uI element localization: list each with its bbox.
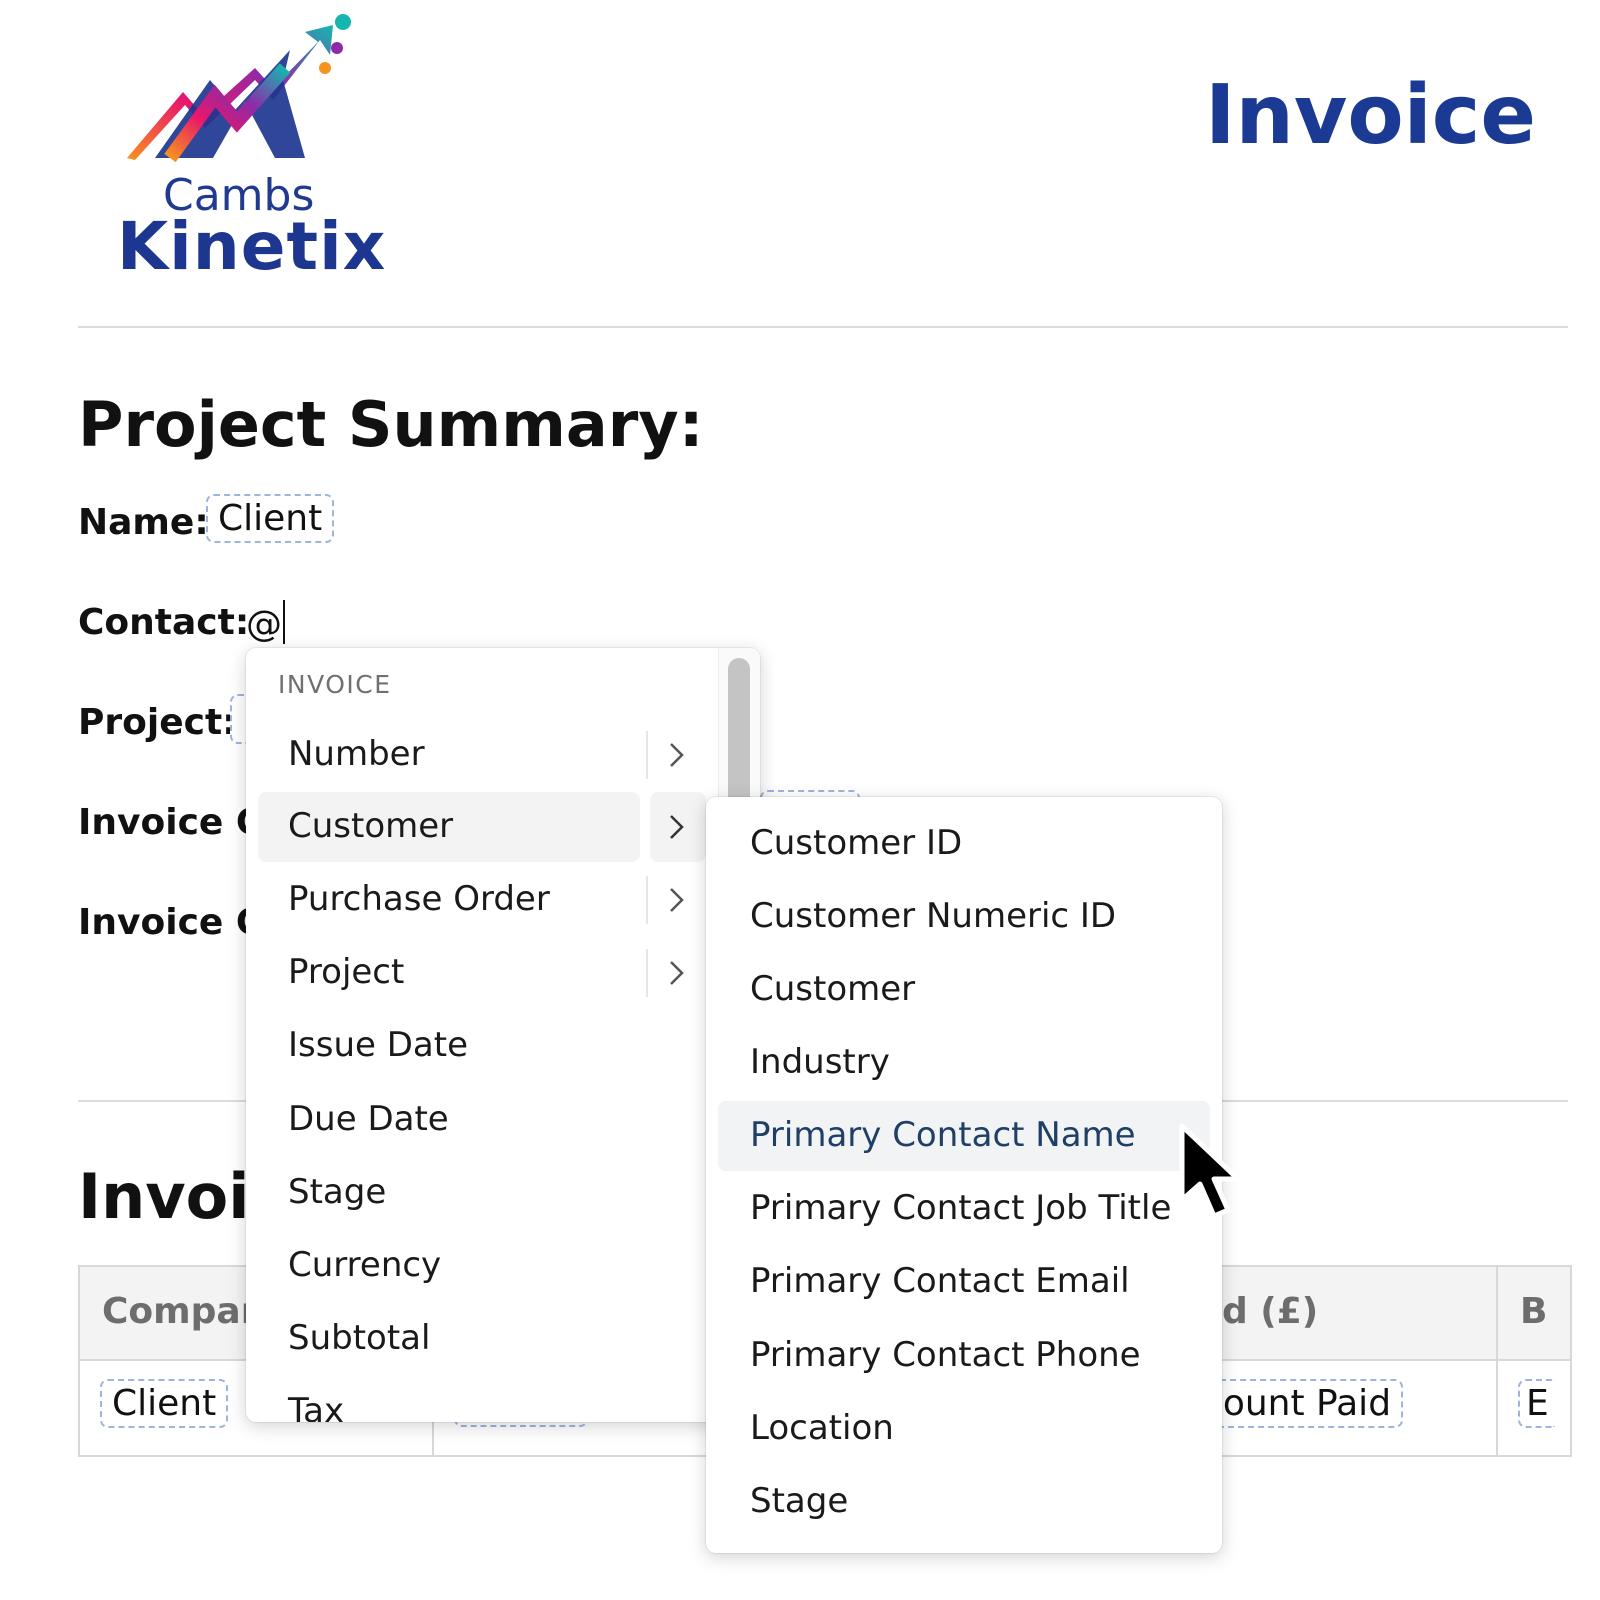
- customer-submenu[interactable]: Customer ID Customer Numeric ID Customer…: [706, 797, 1222, 1553]
- submenu-item-customer-numeric-id[interactable]: Customer Numeric ID: [718, 882, 1210, 952]
- submenu-item-primary-contact-email[interactable]: Primary Contact Email: [718, 1247, 1210, 1317]
- chevron-separator: [646, 949, 648, 997]
- chevron-right-icon: [670, 743, 684, 767]
- mouse-pointer-icon: [1178, 1122, 1248, 1227]
- mention-dropdown-menu[interactable]: INVOICE Number Customer Purchase Order P…: [246, 648, 760, 1422]
- menu-item-purchase-order[interactable]: Purchase Order: [258, 865, 640, 935]
- chevron-right-icon: [670, 815, 684, 839]
- menu-item-label: Number: [288, 734, 425, 774]
- menu-item-label: Project: [288, 952, 405, 992]
- table-header-balance: B: [1520, 1291, 1548, 1332]
- menu-item-label: Subtotal: [288, 1318, 431, 1358]
- project-summary-heading: Project Summary:: [78, 388, 704, 461]
- table-header-company: Compar: [102, 1291, 259, 1332]
- menu-item-label: Due Date: [288, 1099, 449, 1139]
- project-label: Project:: [78, 702, 237, 743]
- submenu-item-primary-contact-job-title[interactable]: Primary Contact Job Title: [718, 1174, 1210, 1244]
- menu-scrollbar-thumb[interactable]: [728, 658, 750, 818]
- submenu-item-customer-id[interactable]: Customer ID: [718, 809, 1210, 879]
- text-caret: [283, 600, 285, 644]
- submenu-item-label: Primary Contact Phone: [750, 1335, 1141, 1375]
- submenu-item-label: Primary Contact Job Title: [750, 1188, 1172, 1228]
- name-label: Name:: [78, 502, 209, 543]
- submenu-item-label: Primary Contact Name: [750, 1115, 1136, 1155]
- submenu-item-primary-contact-phone[interactable]: Primary Contact Phone: [718, 1321, 1210, 1391]
- menu-item-label: Currency: [288, 1245, 442, 1285]
- menu-item-number[interactable]: Number: [258, 720, 640, 790]
- submenu-item-stage[interactable]: Stage: [718, 1467, 1210, 1537]
- contact-label: Contact:: [78, 602, 250, 643]
- logo-text-kinetix: Kinetix: [117, 208, 387, 285]
- table-cell-client-token[interactable]: Client: [100, 1379, 229, 1428]
- invoice-field-label-2: Invoice C: [78, 902, 263, 943]
- submenu-chevron-purchase-order[interactable]: [650, 865, 706, 935]
- menu-item-label: Stage: [288, 1172, 387, 1212]
- menu-item-due-date[interactable]: Due Date: [258, 1085, 640, 1155]
- submenu-item-label: Primary Contact Email: [750, 1261, 1130, 1301]
- rising-arrows-logo-icon: [127, 14, 351, 163]
- chevron-right-icon: [670, 888, 684, 912]
- table-header-amount-paid: d (£): [1222, 1291, 1319, 1332]
- name-token[interactable]: Client: [206, 494, 335, 543]
- table-cell-balance-token[interactable]: E: [1518, 1379, 1555, 1428]
- chevron-separator: [646, 731, 648, 779]
- menu-item-subtotal[interactable]: Subtotal: [258, 1304, 640, 1374]
- chevron-right-icon: [670, 961, 684, 985]
- submenu-item-label: Customer ID: [750, 823, 963, 863]
- menu-item-currency[interactable]: Currency: [258, 1231, 640, 1301]
- menu-item-stage[interactable]: Stage: [258, 1158, 640, 1228]
- menu-section-header: INVOICE: [278, 670, 392, 699]
- company-logo: Cambs Kinetix: [115, 10, 385, 285]
- menu-item-tax[interactable]: Tax: [258, 1377, 640, 1422]
- submenu-item-label: Customer: [750, 969, 916, 1009]
- menu-item-label: Issue Date: [288, 1025, 468, 1065]
- menu-item-label: Purchase Order: [288, 879, 550, 919]
- table-column-divider: [1496, 1267, 1498, 1455]
- menu-item-label: Tax: [288, 1391, 345, 1422]
- header-divider: [78, 326, 1568, 328]
- submenu-item-label: Customer Numeric ID: [750, 896, 1117, 936]
- menu-item-project[interactable]: Project: [258, 938, 640, 1008]
- submenu-item-label: Stage: [750, 1481, 849, 1521]
- menu-item-label: Customer: [288, 806, 454, 846]
- contact-input[interactable]: @: [246, 600, 285, 645]
- submenu-item-location[interactable]: Location: [718, 1394, 1210, 1464]
- submenu-item-label: Industry: [750, 1042, 890, 1082]
- invoice-field-label-1: Invoice C: [78, 802, 263, 843]
- submenu-item-customer[interactable]: Customer: [718, 955, 1210, 1025]
- submenu-item-industry[interactable]: Industry: [718, 1028, 1210, 1098]
- contact-input-text: @: [246, 604, 282, 645]
- menu-item-issue-date[interactable]: Issue Date: [258, 1011, 640, 1081]
- menu-item-customer[interactable]: Customer: [258, 792, 640, 862]
- submenu-chevron-project[interactable]: [650, 938, 706, 1008]
- submenu-chevron-customer[interactable]: [650, 792, 706, 862]
- chevron-separator: [646, 876, 648, 924]
- document-title: Invoice: [1205, 68, 1537, 163]
- submenu-item-label: Location: [750, 1408, 894, 1448]
- submenu-item-primary-contact-name[interactable]: Primary Contact Name: [718, 1101, 1210, 1171]
- submenu-chevron-number[interactable]: [650, 720, 706, 790]
